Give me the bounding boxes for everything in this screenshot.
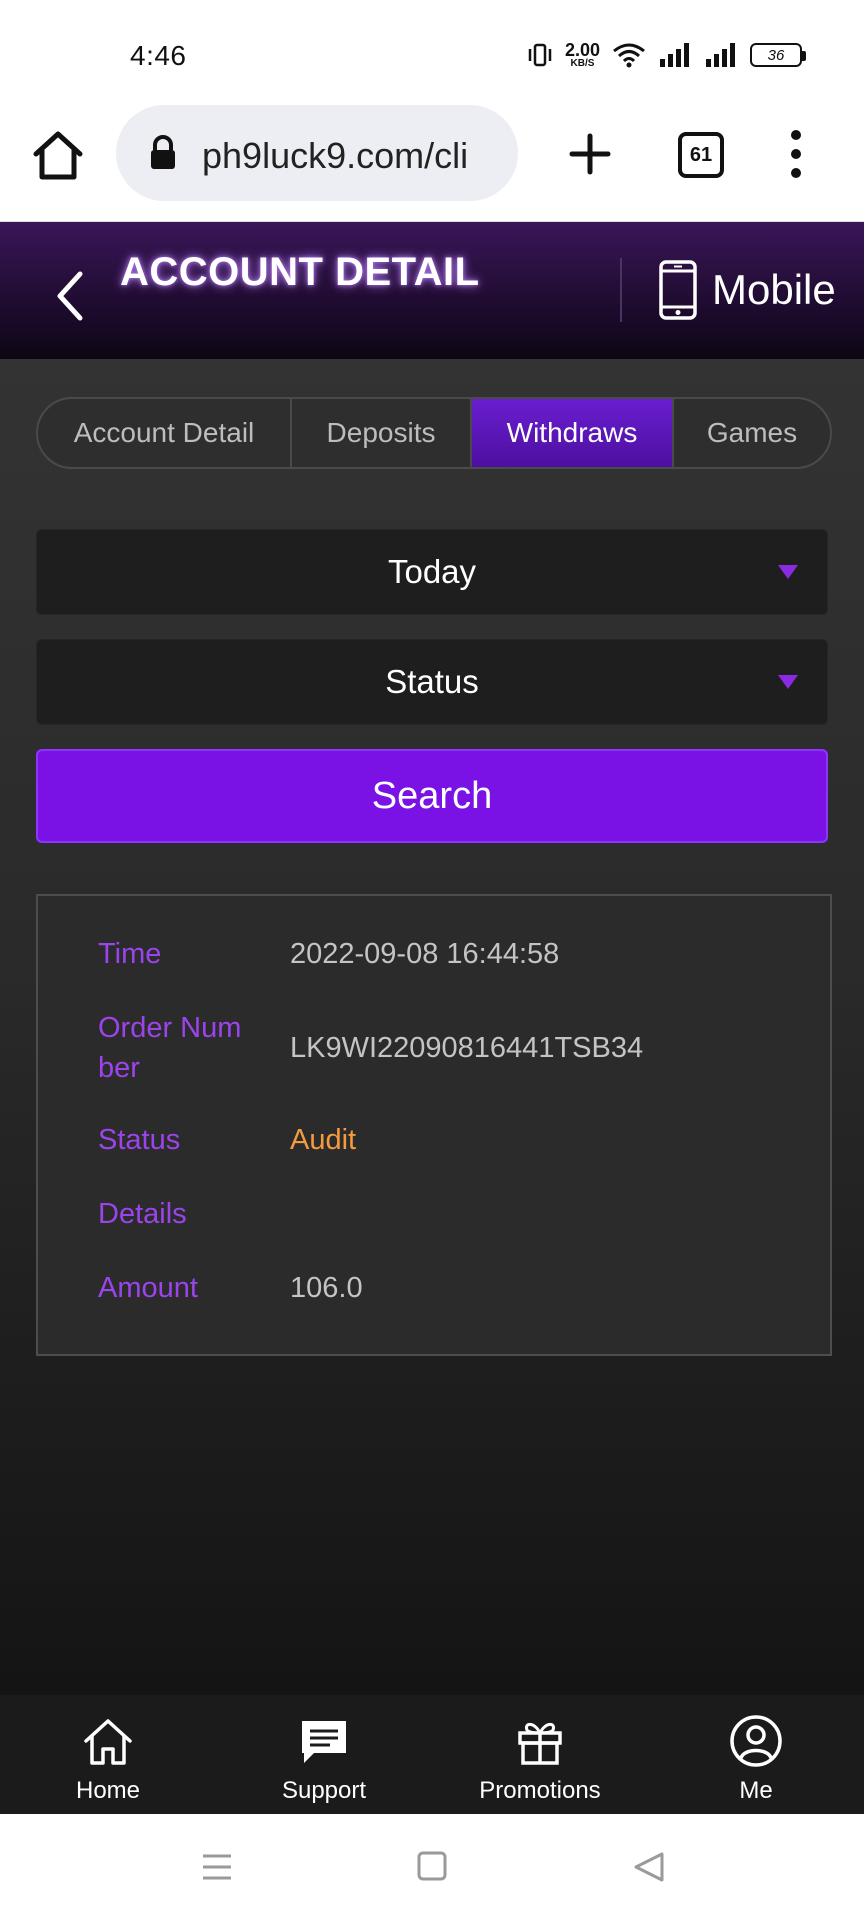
system-navigation-bar bbox=[0, 1814, 864, 1920]
time-label: Time bbox=[98, 938, 162, 970]
signal-icon-2 bbox=[704, 42, 738, 68]
tab-withdraws[interactable]: Withdraws bbox=[472, 399, 674, 467]
status-value: Audit bbox=[290, 1124, 357, 1156]
menu-lines-icon bbox=[203, 1854, 231, 1880]
nav-promotions-label: Promotions bbox=[479, 1777, 601, 1804]
nav-me[interactable]: Me bbox=[648, 1695, 864, 1814]
record-row-details: Details bbox=[98, 1194, 798, 1234]
system-home-button[interactable] bbox=[416, 1850, 448, 1882]
nav-promotions[interactable]: Promotions bbox=[432, 1695, 648, 1814]
details-label: Details bbox=[98, 1198, 187, 1230]
order-number-value: LK9WI22090816441TSB34 bbox=[290, 1032, 644, 1064]
network-speed-value: 2.00 bbox=[564, 40, 600, 60]
mobile-label: Mobile bbox=[712, 266, 836, 313]
tab-account-detail[interactable]: Account Detail bbox=[38, 399, 292, 467]
nav-home[interactable]: Home bbox=[0, 1695, 216, 1814]
home-icon bbox=[33, 131, 83, 180]
status-select[interactable]: Status bbox=[36, 639, 828, 725]
order-number-label-line1: Order Num bbox=[98, 1012, 242, 1044]
lock-icon bbox=[148, 135, 178, 171]
wifi-icon bbox=[612, 41, 646, 69]
page-title: ACCOUNT DETAIL bbox=[120, 250, 480, 294]
status-bar: 4:46 2.00 KB/S 36 bbox=[0, 0, 864, 100]
gift-icon bbox=[518, 1722, 562, 1765]
browser-toolbar: ph9luck9.com/cli 61 bbox=[0, 100, 864, 222]
header-divider bbox=[620, 258, 622, 322]
chat-icon bbox=[302, 1721, 346, 1763]
battery-level: 36 bbox=[767, 46, 785, 64]
home-icon bbox=[84, 1719, 132, 1765]
signal-icon-1 bbox=[658, 42, 692, 68]
new-tab-button[interactable] bbox=[566, 130, 614, 178]
user-icon bbox=[730, 1715, 782, 1767]
tab-deposits[interactable]: Deposits bbox=[292, 399, 472, 467]
search-button[interactable]: Search bbox=[36, 749, 828, 843]
amount-label: Amount bbox=[98, 1272, 198, 1304]
address-bar[interactable]: ph9luck9.com/cli bbox=[116, 105, 518, 201]
record-row-order-number: Order Num ber LK9WI22090816441TSB34 bbox=[98, 1008, 798, 1088]
vibrate-icon bbox=[527, 41, 553, 69]
status-label: Status bbox=[98, 1124, 181, 1156]
record-row-time: Time 2022-09-08 16:44:58 bbox=[98, 934, 798, 974]
time-value: 2022-09-08 16:44:58 bbox=[290, 938, 560, 970]
record-row-status: Status Audit bbox=[98, 1120, 798, 1160]
back-button[interactable] bbox=[52, 268, 88, 324]
browser-home-button[interactable] bbox=[30, 127, 86, 183]
caret-down-icon bbox=[778, 565, 798, 579]
tab-count: 61 bbox=[689, 143, 713, 166]
square-icon bbox=[417, 1851, 447, 1881]
mobile-link[interactable]: Mobile bbox=[658, 258, 836, 322]
order-number-label-line2: ber bbox=[98, 1052, 140, 1084]
url-text: ph9luck9.com/cli bbox=[202, 135, 469, 176]
date-range-value: Today bbox=[387, 553, 477, 590]
tab-switcher-button[interactable]: 61 bbox=[678, 132, 724, 178]
nav-home-label: Home bbox=[75, 1777, 141, 1804]
date-range-select[interactable]: Today bbox=[36, 529, 828, 615]
system-back-button[interactable] bbox=[632, 1850, 666, 1884]
plus-icon bbox=[569, 133, 611, 175]
main-content: Account Detail Deposits Withdraws Games … bbox=[0, 359, 864, 1695]
withdraw-record-card: Time 2022-09-08 16:44:58 Order Num ber L… bbox=[36, 894, 832, 1356]
tab-games[interactable]: Games bbox=[674, 399, 830, 467]
status-select-value: Status bbox=[385, 663, 479, 700]
battery-icon: 36 bbox=[750, 43, 806, 67]
network-speed-unit: KB/S bbox=[570, 58, 595, 69]
triangle-back-icon bbox=[634, 1852, 664, 1882]
recent-apps-button[interactable] bbox=[200, 1850, 234, 1884]
bottom-navigation: Home Support Promotions Me bbox=[0, 1695, 864, 1814]
account-tabs: Account Detail Deposits Withdraws Games bbox=[36, 397, 832, 469]
browser-menu-button[interactable] bbox=[784, 128, 808, 180]
record-row-amount: Amount 106.0 bbox=[98, 1268, 798, 1308]
smartphone-icon bbox=[659, 260, 697, 320]
amount-value: 106.0 bbox=[290, 1272, 363, 1304]
network-speed: 2.00 KB/S bbox=[565, 41, 600, 69]
clock: 4:46 bbox=[130, 40, 187, 71]
nav-me-label: Me bbox=[739, 1777, 773, 1804]
nav-support[interactable]: Support bbox=[216, 1695, 432, 1814]
order-number-label: Order Num ber bbox=[98, 1008, 290, 1088]
page-header: ACCOUNT DETAIL Mobile bbox=[0, 222, 864, 359]
chevron-left-icon bbox=[57, 271, 83, 321]
status-icons: 2.00 KB/S 36 bbox=[527, 38, 806, 72]
nav-support-label: Support bbox=[281, 1777, 367, 1804]
more-vert-icon bbox=[791, 130, 801, 178]
caret-down-icon bbox=[778, 675, 798, 689]
